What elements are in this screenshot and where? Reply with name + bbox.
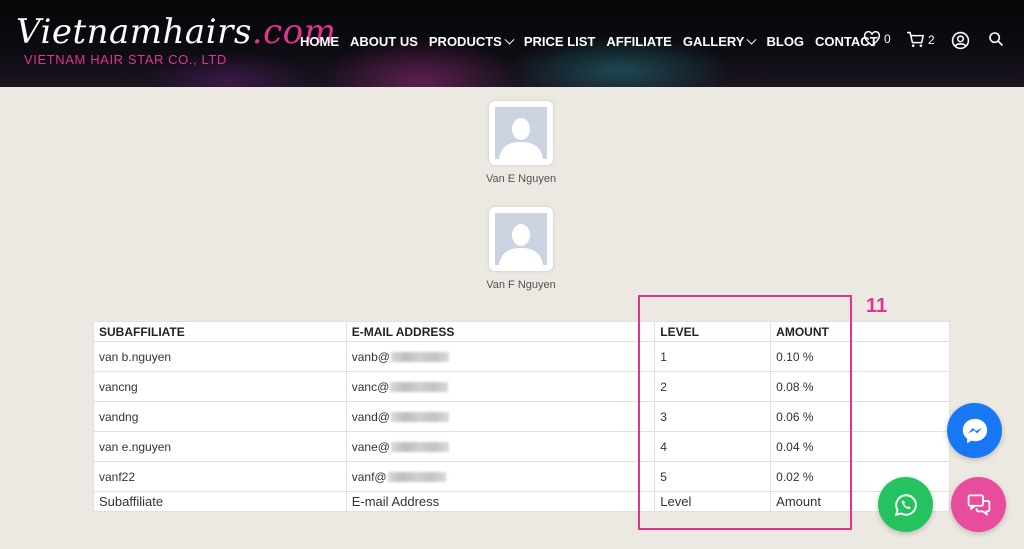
account-button[interactable] [951,31,970,50]
messenger-icon [962,418,987,443]
footer-email: E-mail Address [345,491,656,512]
subaffiliate-cell: vandng [93,401,347,432]
site-header: Vietnamhairs.com VIETNAM HAIR STAR CO., … [0,0,1024,87]
redacted-email [387,472,446,483]
nav-price-list[interactable]: PRICE LIST [524,33,596,51]
nav-home[interactable]: HOME [300,33,339,51]
nav-blog[interactable]: BLOG [766,33,804,51]
profile-card: Van F Nguyen [461,207,581,291]
search-button[interactable] [988,31,1004,47]
messenger-button[interactable] [947,403,1002,458]
chat-bubbles-icon [967,494,990,515]
nav-about-us[interactable]: ABOUT US [350,33,418,51]
profile-card: Van E Nguyen [461,101,581,185]
wishlist-button[interactable]: 0 [863,31,891,47]
profile-name: Van F Nguyen [486,279,556,291]
nav-affiliate[interactable]: AFFILIATE [606,33,671,51]
user-silhouette-icon [499,224,543,265]
logo-tagline: VIETNAM HAIR STAR CO., LTD [24,52,227,67]
whatsapp-icon [894,493,917,516]
email-cell: vanb@ [345,341,656,372]
redacted-email [390,352,449,363]
email-cell: vanf@ [345,461,656,492]
search-icon [989,32,1003,46]
chevron-down-icon [504,34,515,45]
subaffiliate-cell: vanf22 [93,461,347,492]
wishlist-count: 0 [884,32,891,46]
user-icon [951,31,970,50]
main-nav: HOME ABOUT US PRODUCTS PRICE LIST AFFILI… [300,33,889,51]
site-logo[interactable]: Vietnamhairs.com [16,12,336,52]
chevron-down-icon [747,34,757,45]
avatar[interactable] [489,207,553,271]
email-cell: vanc@ [345,371,656,402]
subaffiliate-cell: van e.nguyen [93,431,347,462]
heart-icon [863,31,881,47]
subaffiliate-cell: van b.nguyen [93,341,347,372]
redacted-email [390,382,449,393]
footer-subaffiliate: Subaffiliate [93,491,347,512]
profile-name: Van E Nguyen [485,173,557,185]
subaffiliate-cell: vancng [93,371,347,402]
cart-count: 2 [928,32,935,47]
annotation-number: 11 [866,295,888,317]
user-silhouette-icon [499,118,543,159]
highlight-box [638,295,852,530]
column-header-subaffiliate: SUBAFFILIATE [93,321,347,342]
cart-icon [907,31,924,47]
column-header-email: E-MAIL ADDRESS [345,321,656,342]
email-cell: vand@ [345,401,656,432]
redacted-email [390,412,449,423]
whatsapp-button[interactable] [878,477,933,532]
redacted-email [390,442,449,453]
chat-button[interactable] [951,477,1006,532]
nav-products[interactable]: PRODUCTS [429,33,515,51]
avatar[interactable] [489,101,553,165]
email-cell: vane@ [345,431,656,462]
cart-button[interactable]: 2 [906,31,935,48]
nav-gallery[interactable]: GALLERY [683,33,757,51]
